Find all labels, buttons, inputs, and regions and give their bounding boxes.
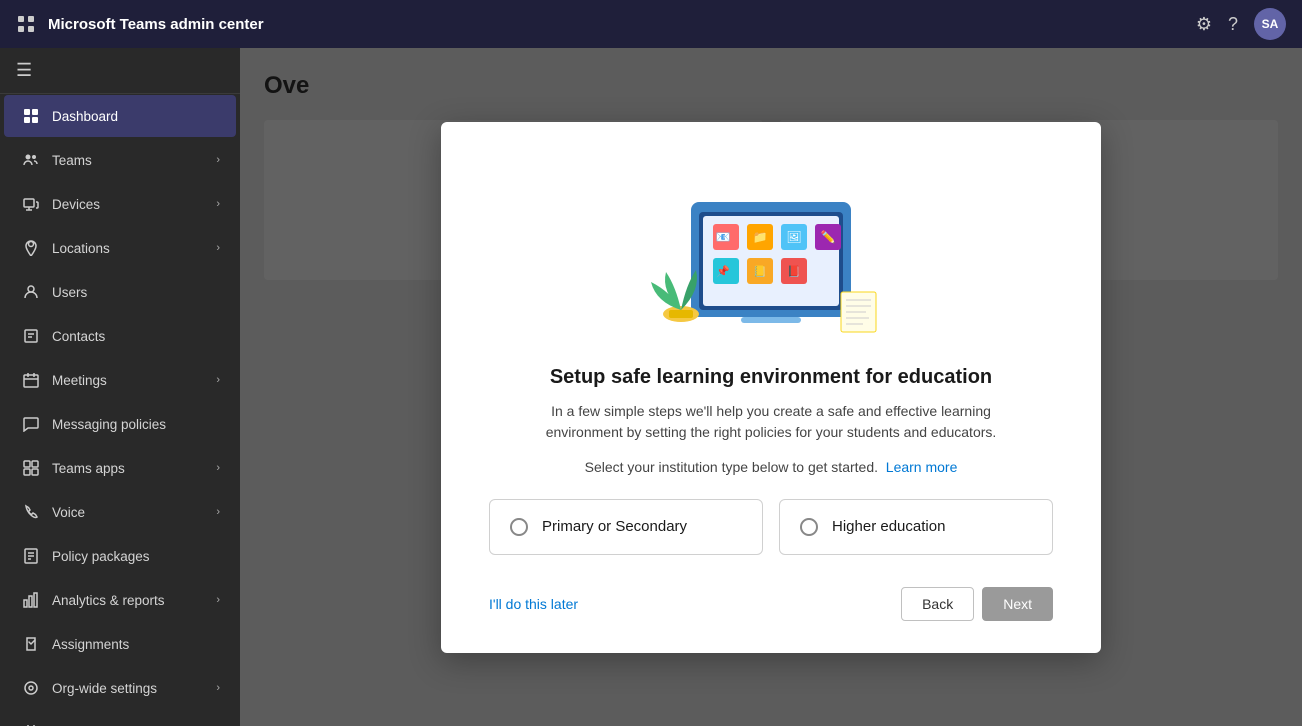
hamburger-icon[interactable]: ☰	[16, 60, 32, 81]
main-layout: ☰ Dashboard Teams ›	[0, 48, 1302, 726]
sidebar-item-planning[interactable]: Planning ›	[4, 711, 236, 726]
sidebar-label-contacts: Contacts	[52, 329, 220, 344]
sidebar-item-contacts[interactable]: Contacts	[4, 315, 236, 357]
option-primary-secondary[interactable]: Primary or Secondary	[489, 499, 763, 555]
modal-illustration: 📧 📁 🖼 ✏️ 📌 📒 📕	[641, 162, 901, 342]
option-higher-education-label: Higher education	[832, 518, 945, 535]
option-higher-education[interactable]: Higher education	[779, 499, 1053, 555]
contacts-icon	[20, 325, 42, 347]
teams-apps-chevron: ›	[216, 462, 220, 474]
svg-text:📁: 📁	[753, 230, 768, 244]
policy-icon	[20, 545, 42, 567]
skip-button[interactable]: I'll do this later	[489, 588, 578, 620]
modal-description: In a few simple steps we'll help you cre…	[511, 401, 1031, 443]
analytics-chevron: ›	[216, 594, 220, 606]
sidebar-item-devices[interactable]: Devices ›	[4, 183, 236, 225]
sidebar-item-policy[interactable]: Policy packages	[4, 535, 236, 577]
sidebar-label-voice: Voice	[52, 505, 216, 520]
modal-select-hint: Select your institution type below to ge…	[585, 459, 958, 475]
teams-apps-icon	[20, 457, 42, 479]
sidebar-header: ☰	[0, 48, 240, 94]
sidebar-label-devices: Devices	[52, 197, 216, 212]
modal-options: Primary or Secondary Higher education	[489, 499, 1053, 555]
assignments-icon	[20, 633, 42, 655]
dashboard-icon	[20, 105, 42, 127]
sidebar-label-analytics: Analytics & reports	[52, 593, 216, 608]
option-primary-secondary-label: Primary or Secondary	[542, 518, 687, 535]
org-chevron: ›	[216, 682, 220, 694]
meetings-chevron: ›	[216, 374, 220, 386]
svg-text:✏️: ✏️	[821, 229, 836, 244]
sidebar-item-org[interactable]: Org-wide settings ›	[4, 667, 236, 709]
voice-icon	[20, 501, 42, 523]
settings-icon[interactable]: ⚙	[1196, 14, 1212, 35]
devices-icon	[20, 193, 42, 215]
topbar-title: Microsoft Teams admin center	[48, 16, 1196, 33]
sidebar-item-meetings[interactable]: Meetings ›	[4, 359, 236, 401]
sidebar-label-org: Org-wide settings	[52, 681, 216, 696]
sidebar: ☰ Dashboard Teams ›	[0, 48, 240, 726]
modal-footer: I'll do this later Back Next	[489, 587, 1053, 621]
modal: 📧 📁 🖼 ✏️ 📌 📒 📕	[441, 122, 1101, 653]
radio-primary-secondary[interactable]	[510, 518, 528, 536]
devices-chevron: ›	[216, 198, 220, 210]
sidebar-item-assignments[interactable]: Assignments	[4, 623, 236, 665]
planning-icon	[20, 721, 42, 726]
svg-text:📕: 📕	[787, 265, 801, 278]
sidebar-label-dashboard: Dashboard	[52, 109, 220, 124]
analytics-icon	[20, 589, 42, 611]
sidebar-item-teams-apps[interactable]: Teams apps ›	[4, 447, 236, 489]
grid-icon	[16, 14, 36, 34]
org-icon	[20, 677, 42, 699]
avatar[interactable]: SA	[1254, 8, 1286, 40]
sidebar-item-dashboard[interactable]: Dashboard	[4, 95, 236, 137]
teams-chevron: ›	[216, 154, 220, 166]
sidebar-label-messaging: Messaging policies	[52, 417, 220, 432]
next-button[interactable]: Next	[982, 587, 1053, 621]
topbar-icons: ⚙ ? SA	[1196, 8, 1286, 40]
locations-chevron: ›	[216, 242, 220, 254]
back-button[interactable]: Back	[901, 587, 974, 621]
topbar: Microsoft Teams admin center ⚙ ? SA	[0, 0, 1302, 48]
content-area: Ove	[240, 48, 1302, 726]
locations-icon	[20, 237, 42, 259]
sidebar-item-analytics[interactable]: Analytics & reports ›	[4, 579, 236, 621]
svg-text:🖼: 🖼	[786, 230, 801, 244]
voice-chevron: ›	[216, 506, 220, 518]
sidebar-item-users[interactable]: Users	[4, 271, 236, 313]
sidebar-label-assignments: Assignments	[52, 637, 220, 652]
messaging-icon	[20, 413, 42, 435]
svg-text:📧: 📧	[716, 230, 731, 244]
help-icon[interactable]: ?	[1228, 14, 1238, 35]
sidebar-item-messaging[interactable]: Messaging policies	[4, 403, 236, 445]
modal-title: Setup safe learning environment for educ…	[550, 366, 992, 389]
sidebar-label-teams-apps: Teams apps	[52, 461, 216, 476]
modal-overlay: 📧 📁 🖼 ✏️ 📌 📒 📕	[240, 48, 1302, 726]
sidebar-label-locations: Locations	[52, 241, 216, 256]
sidebar-item-voice[interactable]: Voice ›	[4, 491, 236, 533]
svg-text:📒: 📒	[753, 265, 767, 278]
sidebar-label-meetings: Meetings	[52, 373, 216, 388]
svg-text:📌: 📌	[716, 264, 730, 278]
radio-higher-education[interactable]	[800, 518, 818, 536]
sidebar-label-users: Users	[52, 285, 220, 300]
sidebar-item-teams[interactable]: Teams ›	[4, 139, 236, 181]
sidebar-label-policy: Policy packages	[52, 549, 220, 564]
learn-more-link[interactable]: Learn more	[886, 459, 958, 475]
sidebar-label-teams: Teams	[52, 153, 216, 168]
sidebar-item-locations[interactable]: Locations ›	[4, 227, 236, 269]
meetings-icon	[20, 369, 42, 391]
modal-btn-group: Back Next	[901, 587, 1053, 621]
users-icon	[20, 281, 42, 303]
teams-icon	[20, 149, 42, 171]
